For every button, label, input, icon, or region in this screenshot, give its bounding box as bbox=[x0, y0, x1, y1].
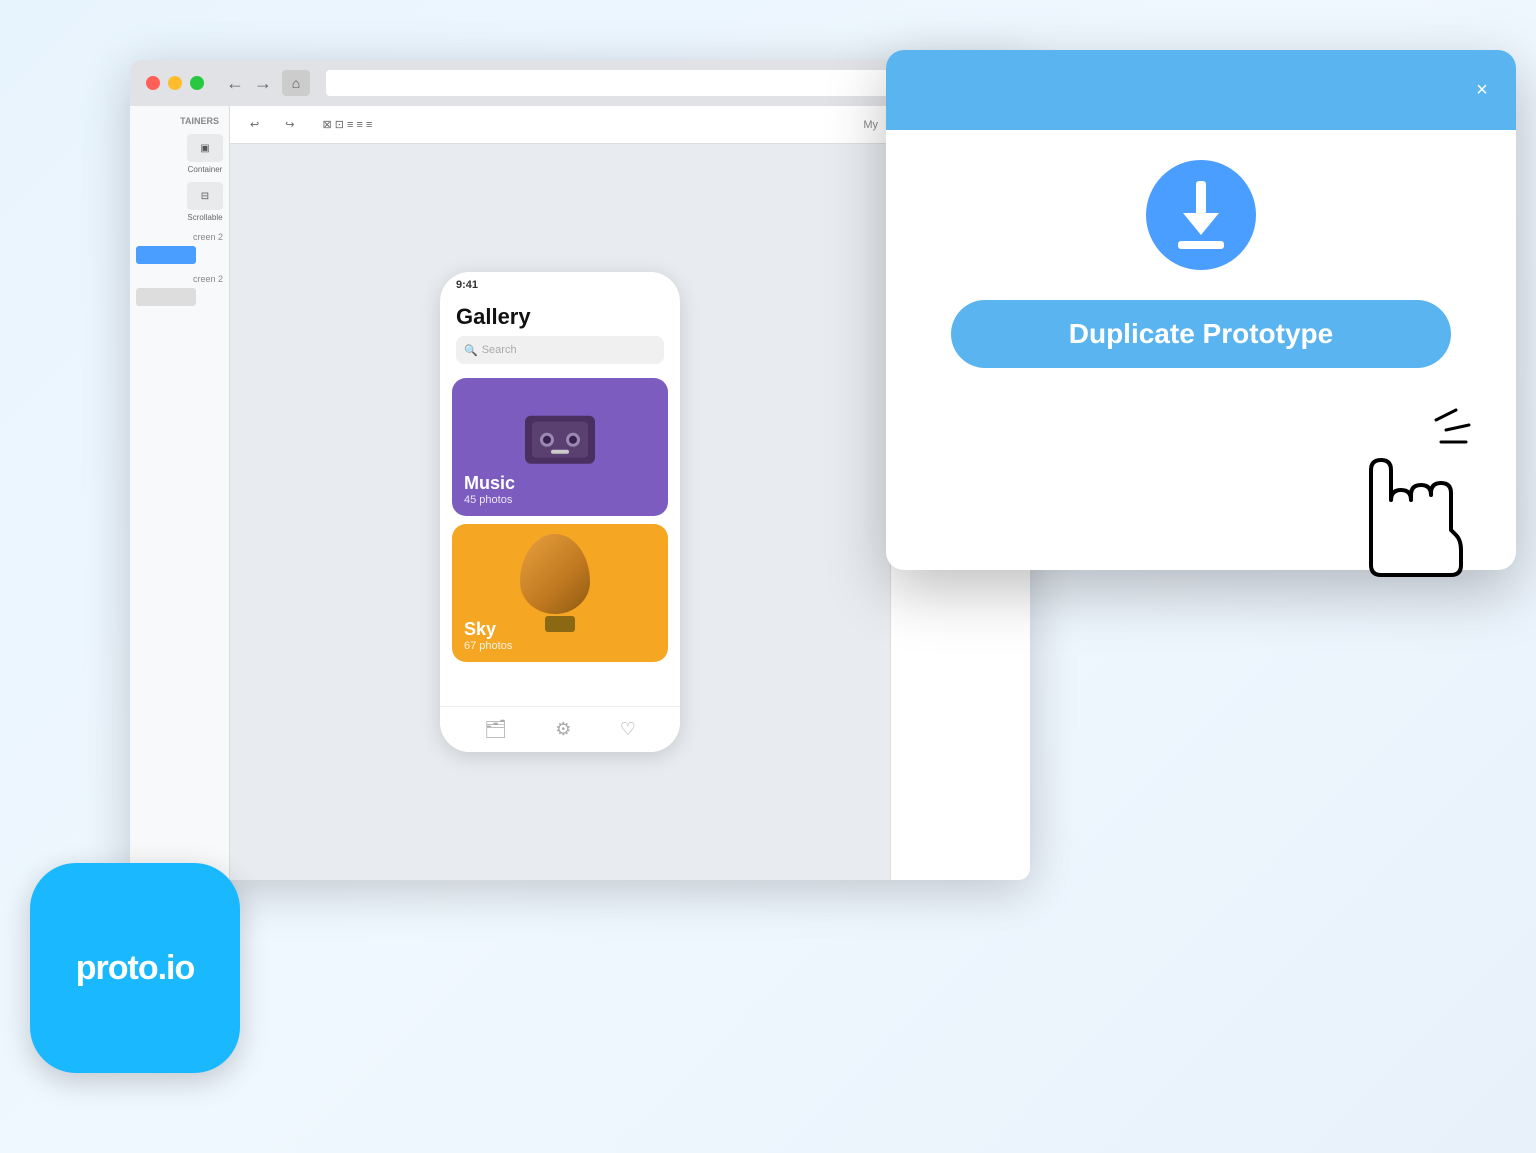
gallery-cards: Music 45 photos bbox=[440, 370, 680, 706]
container-label: Container bbox=[188, 165, 223, 174]
editor-toolbar: ↩ ↪ ⊠ ⊡ ≡ ≡ ≡ My bbox=[230, 106, 890, 144]
screen2-thumb[interactable] bbox=[136, 288, 196, 306]
sidebar-widget-container[interactable]: ▣ Container bbox=[187, 134, 223, 174]
duplicate-button-label: Duplicate Prototype bbox=[1069, 318, 1333, 350]
tab-folder-icon[interactable]: 🗂 bbox=[484, 719, 507, 740]
search-icon: 🔍 bbox=[464, 344, 478, 357]
balloon-basket bbox=[545, 616, 575, 632]
canvas-area[interactable]: 9:41 Gallery 🔍 Search bbox=[230, 144, 890, 880]
sky-card-text: Sky 67 photos bbox=[464, 619, 512, 652]
dialog-body: Duplicate Prototype bbox=[886, 130, 1516, 408]
traffic-light-fullscreen[interactable] bbox=[190, 76, 204, 90]
phone-time: 9:41 bbox=[456, 279, 478, 291]
search-placeholder-text: Search bbox=[482, 344, 517, 356]
arrow-head bbox=[1183, 213, 1219, 235]
tab-heart-icon[interactable]: ♡ bbox=[620, 719, 636, 740]
screen1-thumb[interactable] bbox=[136, 246, 196, 264]
sidebar-section-label: TAINERS bbox=[136, 116, 223, 126]
download-circle bbox=[1146, 160, 1256, 270]
container-icon: ▣ bbox=[187, 134, 223, 162]
music-card-title: Music bbox=[464, 473, 515, 494]
close-icon: × bbox=[1476, 79, 1488, 102]
balloon-container bbox=[520, 534, 600, 634]
forward-button[interactable]: → bbox=[254, 73, 272, 94]
cassette-inner bbox=[532, 422, 588, 458]
traffic-light-close[interactable] bbox=[146, 76, 160, 90]
phone-tab-bar: 🗂 ⚙ ♡ bbox=[440, 706, 680, 752]
editor-sidebar: TAINERS ▣ Container ⊟ Scrollable creen 2… bbox=[130, 106, 230, 880]
phone-mockup: 9:41 Gallery 🔍 Search bbox=[440, 272, 680, 752]
arrow-base bbox=[1178, 241, 1224, 249]
sky-card[interactable]: Sky 67 photos bbox=[452, 524, 668, 662]
arrow-shaft bbox=[1196, 181, 1206, 215]
align-tools: ⊠ ⊡ ≡ ≡ ≡ bbox=[322, 118, 372, 131]
scrollable-icon: ⊟ bbox=[187, 182, 223, 210]
dialog-header: × bbox=[886, 50, 1516, 130]
screen2-label: creen 2 bbox=[136, 274, 223, 284]
gallery-search[interactable]: 🔍 Search bbox=[456, 336, 664, 364]
music-card-subtitle: 45 photos bbox=[464, 494, 515, 506]
home-button[interactable]: ⌂ bbox=[282, 70, 310, 96]
editor-main: ↩ ↪ ⊠ ⊡ ≡ ≡ ≡ My 9:41 Gallery 🔍 bbox=[230, 106, 890, 880]
cassette-icon bbox=[525, 416, 595, 464]
tab-filter-icon[interactable]: ⚙ bbox=[555, 719, 571, 740]
gallery-header: Gallery 🔍 Search bbox=[440, 298, 680, 370]
sky-card-subtitle: 67 photos bbox=[464, 640, 512, 652]
duplicate-dialog: × Duplicate Prototype bbox=[886, 50, 1516, 570]
cassette-tape bbox=[551, 450, 569, 454]
browser-nav: ← → ⌂ bbox=[226, 70, 310, 96]
tab-redo[interactable]: ↪ bbox=[277, 114, 302, 135]
balloon-body bbox=[520, 534, 590, 614]
traffic-light-minimize[interactable] bbox=[168, 76, 182, 90]
tab-container[interactable]: ↩ bbox=[242, 114, 267, 135]
screen1-label: creen 2 bbox=[136, 232, 223, 242]
phone-status-bar: 9:41 bbox=[440, 272, 680, 298]
gallery-title: Gallery bbox=[456, 304, 664, 330]
sidebar-items: ▣ Container ⊟ Scrollable bbox=[136, 134, 223, 222]
cassette-reel-left bbox=[540, 433, 554, 447]
music-card[interactable]: Music 45 photos bbox=[452, 378, 668, 516]
proto-logo-badge: proto.io bbox=[30, 863, 240, 1073]
back-button[interactable]: ← bbox=[226, 73, 244, 94]
proto-logo-text: proto.io bbox=[76, 949, 195, 988]
download-icon bbox=[1178, 181, 1224, 249]
music-card-text: Music 45 photos bbox=[464, 473, 515, 506]
scrollable-label: Scrollable bbox=[187, 213, 222, 222]
duplicate-prototype-button[interactable]: Duplicate Prototype bbox=[951, 300, 1451, 368]
cassette-reel-right bbox=[566, 433, 580, 447]
dialog-close-button[interactable]: × bbox=[1468, 76, 1496, 104]
sky-card-title: Sky bbox=[464, 619, 512, 640]
phone-content: Gallery 🔍 Search bbox=[440, 298, 680, 706]
sidebar-widget-scrollable[interactable]: ⊟ Scrollable bbox=[187, 182, 223, 222]
toolbar-right: My bbox=[863, 119, 878, 131]
